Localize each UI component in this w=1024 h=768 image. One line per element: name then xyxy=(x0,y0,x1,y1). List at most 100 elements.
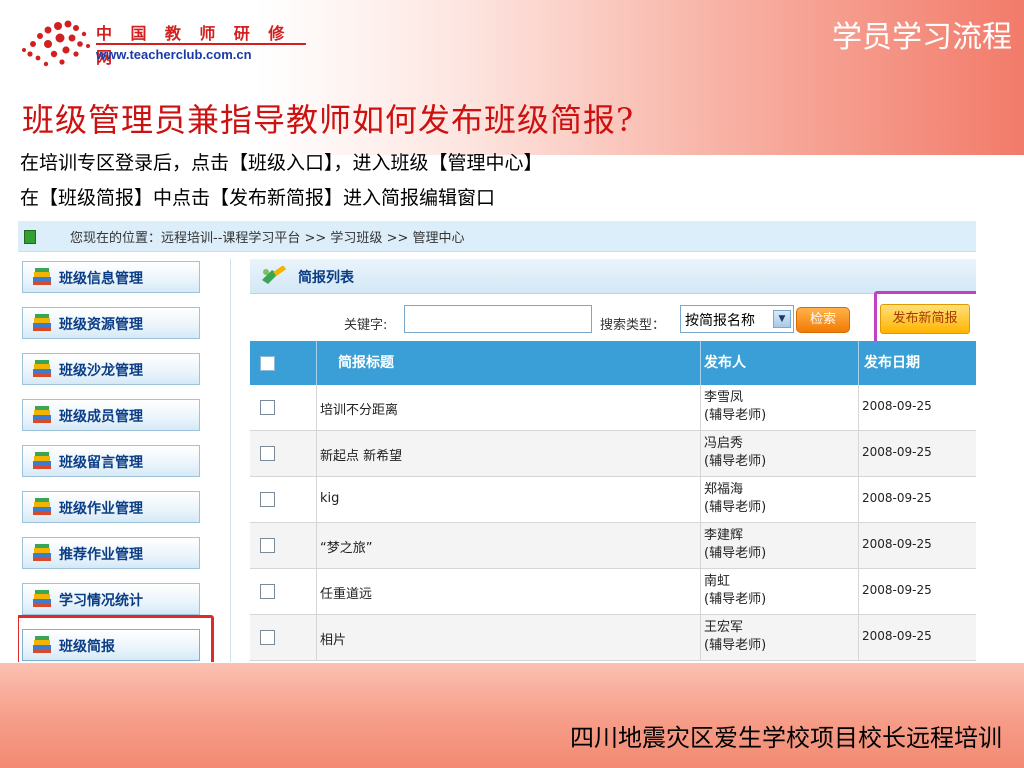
table-row[interactable]: 任重道远 南虹 (辅导老师) 2008-09-25 xyxy=(250,569,976,615)
search-button[interactable]: 检索 xyxy=(796,307,850,333)
sidebar-item-label: 推荐作业管理 xyxy=(59,547,143,563)
row-date: 2008-09-25 xyxy=(862,491,932,505)
header-divider xyxy=(316,341,317,385)
row-checkbox[interactable] xyxy=(260,630,275,645)
publisher-name: 王宏军 xyxy=(704,620,744,635)
row-date: 2008-09-25 xyxy=(862,537,932,551)
pencil-leaf-icon xyxy=(262,266,287,284)
cell-divider xyxy=(316,615,317,660)
cell-divider xyxy=(700,385,701,430)
cell-divider xyxy=(700,615,701,660)
sidebar-item-recommended-homework[interactable]: 推荐作业管理 xyxy=(22,537,200,569)
bulletin-panel: 简报列表 关键字: 搜索类型： 按简报名称 ▼ 检索 发布新简报 简报标题 发布… xyxy=(250,259,976,662)
row-checkbox[interactable] xyxy=(260,584,275,599)
cell-divider xyxy=(316,569,317,614)
logo-dots-icon xyxy=(22,20,90,67)
row-title[interactable]: 任重道远 xyxy=(320,583,372,602)
sidebar-item-label: 班级作业管理 xyxy=(59,501,143,517)
sidebar-item-class-info[interactable]: 班级信息管理 xyxy=(22,261,200,293)
table-row[interactable]: kig 郑福海 (辅导老师) 2008-09-25 xyxy=(250,477,976,523)
publisher-name: 南虹 xyxy=(704,574,731,589)
row-title[interactable]: 培训不分距离 xyxy=(320,399,398,418)
keyword-label: 关键字: xyxy=(344,318,388,333)
header-title: 简报标题 xyxy=(338,355,394,371)
header-date: 发布日期 xyxy=(864,355,920,371)
publisher-name: 李建辉 xyxy=(704,528,744,543)
cell-divider xyxy=(858,615,859,660)
publisher-role: (辅导老师) xyxy=(704,500,767,515)
cell-divider xyxy=(858,385,859,430)
row-publisher: 李建辉 (辅导老师) xyxy=(704,527,766,563)
row-title[interactable]: 新起点 新希望 xyxy=(320,445,402,464)
books-icon xyxy=(33,452,51,469)
instruction-line-2: 在【班级简报】中点击【发布新简报】进入简报编辑窗口 xyxy=(20,187,496,209)
breadcrumb-text: 您现在的位置：远程培训--课程学习平台 >> 学习班级 >> 管理中心 xyxy=(70,231,465,246)
publish-new-bulletin-button[interactable]: 发布新简报 xyxy=(880,304,970,334)
footer-band: 四川地震灾区爱生学校项目校长远程培训 xyxy=(0,663,1024,768)
select-all-checkbox[interactable] xyxy=(260,356,275,371)
table-header: 简报标题 发布人 发布日期 xyxy=(250,341,976,385)
logo-underline xyxy=(96,43,306,45)
keyword-input[interactable] xyxy=(404,305,592,333)
search-row: 关键字: 搜索类型： 按简报名称 ▼ 检索 发布新简报 xyxy=(250,291,976,347)
cell-divider xyxy=(316,477,317,522)
sidebar-item-class-messages[interactable]: 班级留言管理 xyxy=(22,445,200,477)
sidebar-item-class-homework[interactable]: 班级作业管理 xyxy=(22,491,200,523)
books-icon xyxy=(33,498,51,515)
sidebar-item-class-resources[interactable]: 班级资源管理 xyxy=(22,307,200,339)
cell-divider xyxy=(316,431,317,476)
footer-text: 四川地震灾区爱生学校项目校长远程培训 xyxy=(570,724,1002,752)
books-icon xyxy=(33,314,51,331)
sidebar-item-label: 班级资源管理 xyxy=(59,317,143,333)
cell-divider xyxy=(700,477,701,522)
logo-url: www.teacherclub.com.cn xyxy=(96,47,252,62)
sidebar-item-class-members[interactable]: 班级成员管理 xyxy=(22,399,200,431)
table-row[interactable]: 相片 王宏军 (辅导老师) 2008-09-25 xyxy=(250,615,976,661)
search-type-select[interactable]: 按简报名称 ▼ xyxy=(680,305,794,333)
sidebar-item-label: 班级沙龙管理 xyxy=(59,363,143,379)
publisher-name: 冯启秀 xyxy=(704,436,744,451)
cell-divider xyxy=(700,523,701,568)
row-title[interactable]: 相片 xyxy=(320,629,346,648)
publisher-role: (辅导老师) xyxy=(704,638,767,653)
row-publisher: 王宏军 (辅导老师) xyxy=(704,619,766,655)
table-row[interactable]: 新起点 新希望 冯启秀 (辅导老师) 2008-09-25 xyxy=(250,431,976,477)
search-type-label: 搜索类型： xyxy=(600,318,666,333)
row-checkbox[interactable] xyxy=(260,538,275,553)
sidebar-item-label: 班级信息管理 xyxy=(59,271,143,287)
row-date: 2008-09-25 xyxy=(862,629,932,643)
publisher-name: 郑福海 xyxy=(704,482,744,497)
books-icon xyxy=(33,268,51,285)
sidebar-highlight-box xyxy=(18,615,214,662)
cell-divider xyxy=(700,431,701,476)
books-icon xyxy=(33,406,51,423)
books-icon xyxy=(33,590,51,607)
cell-divider xyxy=(316,385,317,430)
publisher-role: (辅导老师) xyxy=(704,592,767,607)
row-checkbox[interactable] xyxy=(260,446,275,461)
column-divider xyxy=(230,259,231,662)
row-date: 2008-09-25 xyxy=(862,445,932,459)
row-title[interactable]: kig xyxy=(320,491,339,506)
table-row[interactable]: “梦之旅” 李建辉 (辅导老师) 2008-09-25 xyxy=(250,523,976,569)
corner-title: 学员学习流程 xyxy=(832,20,1012,55)
logo: 中 国 教 师 研 修 网 www.teacherclub.com.cn xyxy=(18,16,318,76)
row-checkbox[interactable] xyxy=(260,400,275,415)
table-row[interactable]: 培训不分距离 李雪凤 (辅导老师) 2008-09-25 xyxy=(250,385,976,431)
header-divider xyxy=(858,341,859,385)
row-title[interactable]: “梦之旅” xyxy=(320,537,372,556)
cell-divider xyxy=(858,569,859,614)
publisher-role: (辅导老师) xyxy=(704,454,767,469)
instruction-line-1: 在培训专区登录后，点击【班级入口】，进入班级【管理中心】 xyxy=(20,152,543,174)
cell-divider xyxy=(700,569,701,614)
books-icon xyxy=(33,360,51,377)
sidebar-item-label: 班级留言管理 xyxy=(59,455,143,471)
sidebar-item-study-stats[interactable]: 学习情况统计 xyxy=(22,583,200,615)
breadcrumb: 您现在的位置：远程培训--课程学习平台 >> 学习班级 >> 管理中心 xyxy=(18,221,976,252)
row-checkbox[interactable] xyxy=(260,492,275,507)
header-publisher: 发布人 xyxy=(704,355,746,371)
sidebar-item-class-salon[interactable]: 班级沙龙管理 xyxy=(22,353,200,385)
chevron-down-icon[interactable]: ▼ xyxy=(773,310,791,328)
sidebar-item-label: 学习情况统计 xyxy=(59,593,143,609)
publisher-role: (辅导老师) xyxy=(704,546,767,561)
